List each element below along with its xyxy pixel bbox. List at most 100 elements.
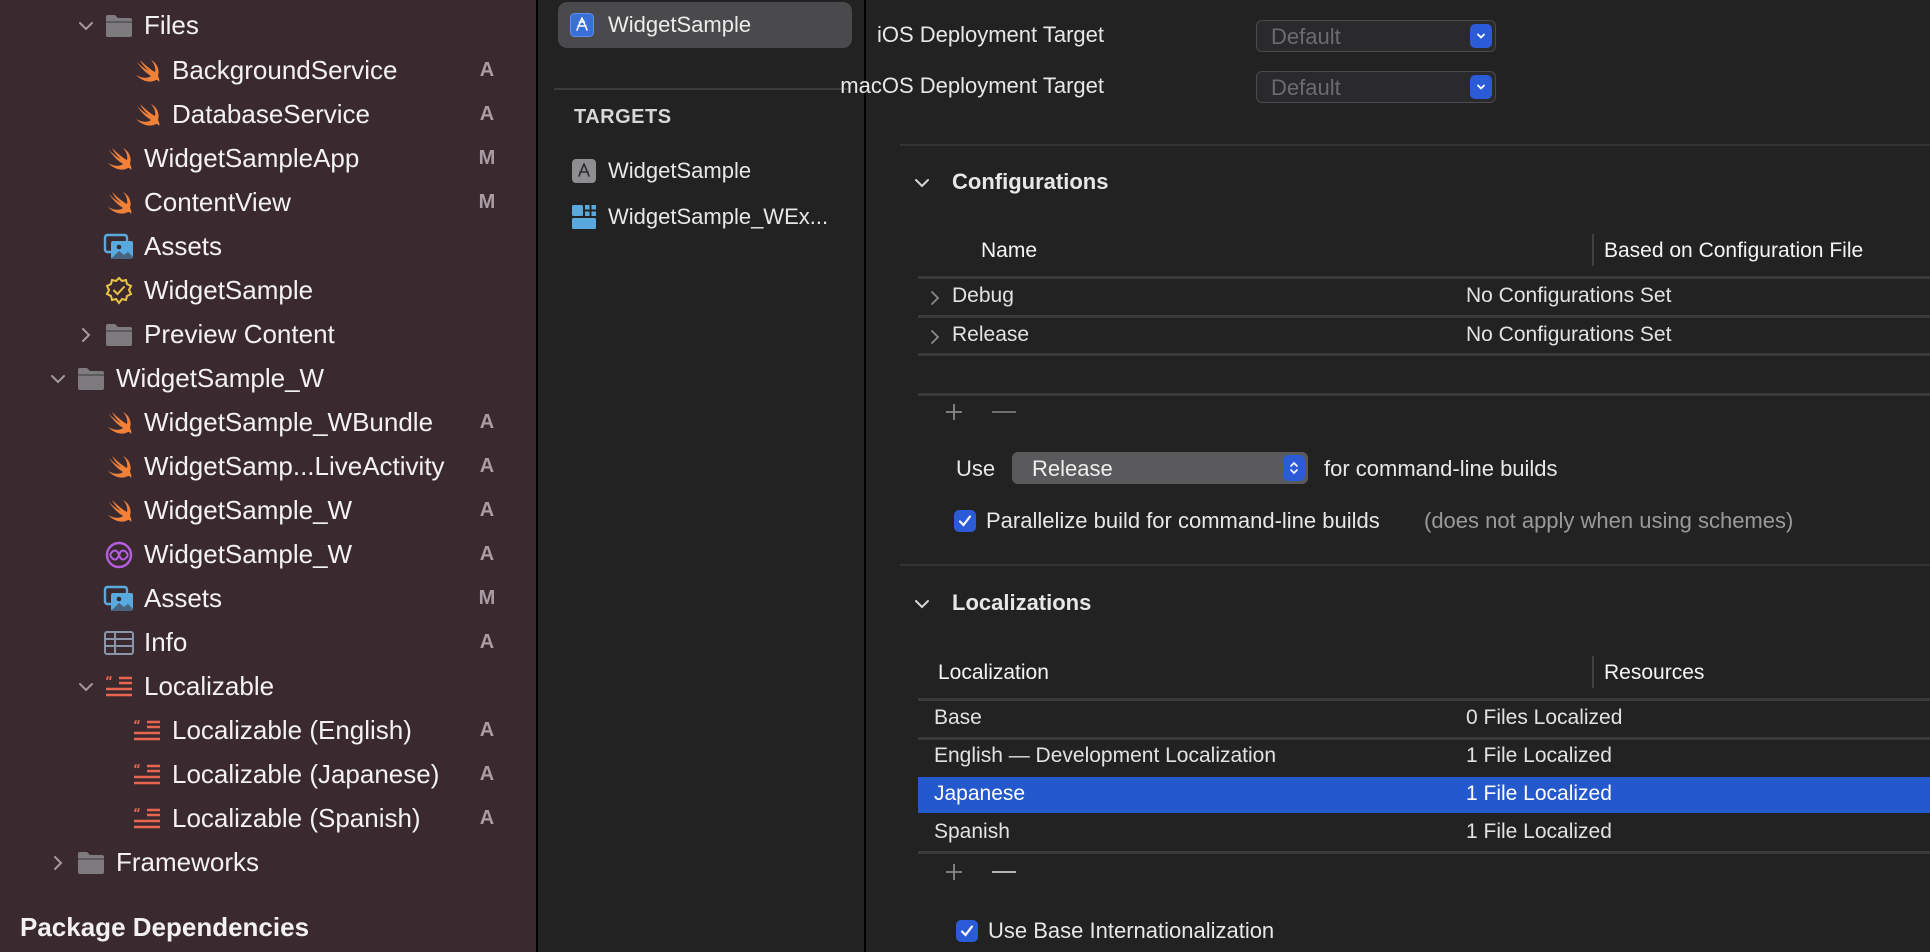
parallelize-checkbox[interactable] [954, 510, 976, 532]
navigator-item-label: WidgetSample_W [116, 363, 325, 393]
chevron-down-icon[interactable] [912, 173, 932, 193]
column-header-name[interactable]: Name [981, 239, 1037, 263]
table-row[interactable]: Debug No Configurations Set [918, 279, 1930, 315]
intent-definition-icon [102, 538, 136, 572]
navigator-item-label: WidgetSample_W [144, 539, 353, 569]
localization-resources: 0 Files Localized [1466, 706, 1623, 729]
add-configuration-button[interactable] [940, 398, 968, 426]
target-item-widgetsample[interactable]: WidgetSample [538, 152, 864, 192]
source-control-status-badge: A [479, 631, 495, 653]
command-line-config-popup[interactable]: Release [1012, 452, 1308, 484]
project-item-selected[interactable]: WidgetSample [558, 2, 852, 48]
navigator-item[interactable]: Info A [0, 621, 536, 665]
swift-icon [102, 142, 136, 176]
localization-row[interactable]: English — Development Localization 1 File… [918, 739, 1930, 775]
localization-row[interactable]: Japanese 1 File Localized [918, 777, 1930, 813]
parallelize-label: Parallelize build for command-line build… [986, 508, 1380, 533]
chevron-down-icon[interactable] [48, 369, 68, 389]
column-header-based-on[interactable]: Based on Configuration File [1604, 239, 1863, 263]
remove-configuration-button[interactable] [986, 398, 1022, 426]
project-target-list: WidgetSample TARGETS WidgetSample Widget… [538, 0, 864, 952]
navigator-item[interactable]: Files [0, 4, 536, 48]
project-divider [554, 88, 848, 90]
navigator-item-label: Info [144, 627, 188, 657]
checkmark-icon [958, 515, 972, 527]
navigator-item-label: WidgetSample_WBundle [144, 407, 434, 437]
chevron-down-icon[interactable] [76, 677, 96, 697]
chevron-right-icon[interactable] [928, 328, 942, 346]
navigator-item[interactable]: “ Localizable (English) A [0, 709, 536, 753]
configurations-title: Configurations [952, 169, 1109, 194]
package-dependencies-header[interactable]: Package Dependencies [20, 912, 309, 943]
folder-icon [102, 318, 136, 352]
navigator-item[interactable]: WidgetSample_W [0, 357, 536, 401]
navigator-item[interactable]: WidgetSample [0, 269, 536, 313]
swift-icon [102, 494, 136, 528]
strings-file-icon: “ [130, 714, 164, 748]
table-line [918, 851, 1930, 854]
base-internationalization-checkbox[interactable] [956, 920, 978, 942]
source-control-status-badge: A [479, 499, 495, 521]
localization-name: Japanese [934, 782, 1026, 805]
navigator-item[interactable]: “ Localizable [0, 665, 536, 709]
navigator-item[interactable]: Assets M [0, 577, 536, 621]
section-separator [900, 144, 1930, 146]
column-divider[interactable] [1592, 234, 1594, 266]
use-label: Use [956, 456, 996, 481]
strings-file-icon: “ [130, 802, 164, 836]
navigator-item[interactable]: BackgroundService A [0, 49, 536, 93]
target-label: WidgetSample_WEx... [608, 204, 829, 229]
swift-icon [102, 406, 136, 440]
macos-deployment-popup[interactable]: Default [1256, 71, 1496, 103]
ios-deployment-popup[interactable]: Default [1256, 20, 1496, 52]
localization-row[interactable]: Base 0 Files Localized [918, 701, 1930, 737]
navigator-item[interactable]: WidgetSample_WBundle A [0, 401, 536, 445]
table-line [918, 353, 1930, 356]
chevron-right-icon[interactable] [928, 289, 942, 307]
source-control-status-badge: A [479, 59, 495, 81]
svg-text:“: “ [133, 762, 141, 776]
navigator-item-label: Localizable [144, 671, 275, 701]
navigator-item[interactable]: Assets [0, 225, 536, 269]
popup-value: Default [1271, 75, 1341, 100]
add-localization-button[interactable] [940, 858, 968, 886]
column-header-resources[interactable]: Resources [1604, 661, 1704, 685]
widget-extension-icon [572, 205, 596, 229]
navigator-item[interactable]: Preview Content [0, 313, 536, 357]
navigator-item[interactable]: WidgetSample_W A [0, 489, 536, 533]
checkmark-icon [960, 925, 974, 937]
navigator-item[interactable]: Frameworks [0, 841, 536, 885]
macos-deployment-label: macOS Deployment Target [840, 73, 1104, 98]
chevron-down-icon[interactable] [912, 594, 932, 614]
navigator-item[interactable]: “ Localizable (Japanese) A [0, 753, 536, 797]
navigator-item-label: WidgetSamp...LiveActivity [144, 451, 445, 481]
base-internationalization-label: Use Base Internationalization [988, 918, 1275, 943]
remove-localization-button[interactable] [986, 858, 1022, 886]
section-separator [900, 564, 1930, 566]
source-control-status-badge: M [478, 587, 496, 609]
column-divider[interactable] [1592, 656, 1594, 688]
navigator-item[interactable]: WidgetSamp...LiveActivity A [0, 445, 536, 489]
project-item-label: WidgetSample [608, 12, 752, 37]
localization-row[interactable]: Spanish 1 File Localized [918, 815, 1930, 851]
table-row[interactable]: Release No Configurations Set [918, 318, 1930, 354]
navigator-item[interactable]: WidgetSampleApp M [0, 137, 536, 181]
chevron-right-icon[interactable] [76, 325, 96, 345]
navigator-item[interactable]: WidgetSample_W A [0, 533, 536, 577]
navigator-item-label: WidgetSample_W [144, 495, 353, 525]
source-control-status-badge: A [479, 763, 495, 785]
localizations-title: Localizations [952, 590, 1092, 615]
navigator-item-label: Localizable (English) [172, 715, 412, 745]
assets-icon [102, 230, 136, 264]
svg-text:“: “ [133, 718, 141, 732]
chevron-down-icon[interactable] [76, 16, 96, 36]
strings-file-icon: “ [130, 758, 164, 792]
column-header-localization[interactable]: Localization [938, 661, 1049, 685]
navigator-item[interactable]: “ Localizable (Spanish) A [0, 797, 536, 841]
source-control-status-badge: M [478, 147, 496, 169]
strings-file-icon: “ [102, 670, 136, 704]
target-item-widget-extension[interactable]: WidgetSample_WEx... [538, 198, 864, 238]
navigator-item[interactable]: DatabaseService A [0, 93, 536, 137]
chevron-right-icon[interactable] [48, 853, 68, 873]
navigator-item[interactable]: ContentView M [0, 181, 536, 225]
